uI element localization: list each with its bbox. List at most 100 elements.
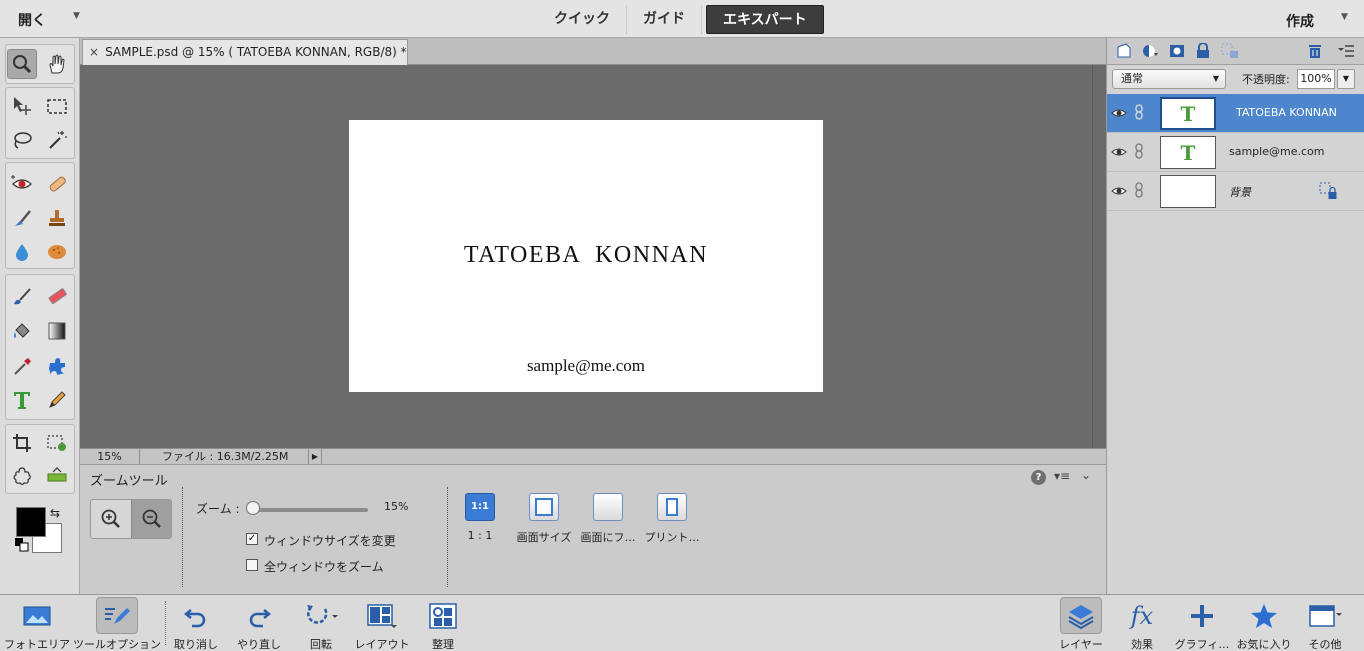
mode-expert-tab[interactable]: エキスパート	[706, 5, 824, 34]
layers-panel-button[interactable]: レイヤー	[1056, 595, 1106, 651]
gradient-tool[interactable]	[42, 316, 72, 346]
hand-tool[interactable]	[42, 49, 72, 79]
layer-mask-icon[interactable]	[1168, 42, 1186, 60]
redo-button[interactable]: やり直し	[233, 595, 285, 651]
help-icon[interactable]: ?	[1031, 470, 1046, 485]
zoom-slider-knob[interactable]	[246, 501, 260, 515]
layer-row[interactable]: 背景	[1107, 172, 1364, 211]
clone-stamp-tool[interactable]	[42, 203, 72, 233]
layers-panel-menu-icon[interactable]	[1337, 42, 1355, 60]
fit-screen-button[interactable]	[529, 493, 559, 521]
mode-guided-tab[interactable]: ガイド	[627, 5, 702, 34]
document-tab[interactable]: × SAMPLE.psd @ 15% ( TATOEBA KONNAN, RGB/…	[82, 39, 408, 65]
lock-all-icon[interactable]	[1194, 42, 1212, 60]
zoom-all-windows-checkbox[interactable]	[246, 559, 258, 571]
smart-brush-tool[interactable]	[7, 203, 37, 233]
panel-menu-icon[interactable]: ▾≡	[1054, 469, 1070, 483]
recompose-tool[interactable]	[42, 428, 72, 458]
print-size-button[interactable]	[657, 493, 687, 521]
undo-button[interactable]: 取り消し	[170, 595, 222, 651]
layer-thumbnail: T	[1160, 97, 1216, 130]
star-icon	[1243, 597, 1285, 634]
rotate-icon	[300, 597, 342, 634]
new-layer-icon[interactable]	[1115, 42, 1133, 60]
close-document-icon[interactable]: ×	[89, 45, 99, 59]
lasso-tool[interactable]	[7, 125, 37, 155]
layout-button[interactable]: レイアウト	[352, 595, 412, 651]
move-icon	[14, 97, 31, 115]
organizer-button[interactable]: 整理	[418, 595, 468, 651]
bandage-icon	[49, 176, 66, 192]
top-bar: 開く ▼ クイック ガイド エキスパート 作成 ▼	[0, 0, 1364, 38]
smart-brush-icon	[15, 210, 31, 226]
zoom-in-button[interactable]	[91, 500, 131, 538]
visibility-eye-icon[interactable]	[1111, 145, 1127, 159]
visibility-eye-icon[interactable]	[1111, 184, 1127, 198]
vertical-scrollbar[interactable]	[1092, 65, 1106, 448]
open-caret-icon[interactable]: ▼	[73, 11, 80, 21]
document-canvas[interactable]: TATOEBA KONNAN sample@me.com	[349, 120, 823, 392]
spot-healing-tool[interactable]	[42, 169, 72, 199]
move-tool[interactable]	[7, 91, 37, 121]
brush-tool[interactable]	[7, 281, 37, 311]
eyedropper-tool[interactable]	[7, 351, 37, 381]
opacity-dropdown-icon[interactable]: ▼	[1337, 69, 1355, 89]
open-menu-button[interactable]: 開く	[18, 10, 46, 30]
opacity-input[interactable]: 100%	[1297, 69, 1335, 89]
crop-tool[interactable]	[7, 428, 37, 458]
custom-shape-tool[interactable]	[42, 351, 72, 381]
fill-screen-button[interactable]	[593, 493, 623, 521]
text-layer-t-icon: T	[1180, 140, 1196, 165]
effects-button[interactable]: fx 効果	[1117, 595, 1167, 651]
paint-bucket-tool[interactable]	[7, 316, 37, 346]
rotate-button[interactable]: 回転	[296, 595, 346, 651]
visibility-eye-icon[interactable]	[1111, 106, 1127, 120]
rectangle-marquee-icon	[47, 99, 67, 114]
layer-name: 背景	[1229, 186, 1251, 199]
mode-quick-tab[interactable]: クイック	[538, 5, 627, 34]
graphics-button[interactable]: グラフィ…	[1173, 595, 1231, 651]
layer-name: TATOEBA KONNAN	[1236, 106, 1337, 119]
more-button[interactable]: その他	[1300, 595, 1350, 651]
link-icon[interactable]	[1133, 104, 1145, 120]
type-tool[interactable]	[7, 385, 37, 415]
tool-options-button[interactable]: ツールオプション	[72, 595, 162, 651]
default-colors-icon[interactable]	[15, 538, 29, 552]
status-menu-arrow-icon[interactable]: ▶	[308, 449, 322, 464]
sponge-tool[interactable]	[42, 237, 72, 267]
blend-mode-select[interactable]: 通常 ▼	[1112, 69, 1226, 89]
cookie-cutter-tool[interactable]	[7, 461, 37, 491]
zoom-all-windows-label: 全ウィンドウをズーム	[264, 560, 384, 574]
swap-colors-icon[interactable]: ⇆	[50, 506, 60, 520]
status-file-info: ファイル : 16.3M/2.25M	[162, 450, 289, 463]
straighten-tool[interactable]	[42, 461, 72, 491]
create-caret-icon[interactable]: ▼	[1341, 12, 1348, 22]
status-zoom-field[interactable]: 15%	[80, 449, 140, 465]
fit-screen-icon	[535, 498, 553, 516]
eraser-tool[interactable]	[42, 281, 72, 311]
photo-bin-button[interactable]: フォトエリア	[3, 595, 71, 651]
link-icon[interactable]	[1133, 143, 1145, 159]
favorites-button[interactable]: お気に入り	[1235, 595, 1293, 651]
rotate-label: 回転	[310, 638, 332, 651]
layer-row[interactable]: T TATOEBA KONNAN	[1107, 94, 1364, 133]
delete-layer-icon[interactable]	[1306, 42, 1324, 60]
zoom-slider-track[interactable]	[252, 508, 368, 512]
magic-wand-icon	[49, 131, 67, 149]
one-to-one-button[interactable]: 1:1	[465, 493, 495, 521]
pencil-tool[interactable]	[42, 385, 72, 415]
foreground-color-swatch[interactable]	[16, 507, 46, 537]
layer-row[interactable]: T sample@me.com	[1107, 133, 1364, 172]
lock-transparent-icon[interactable]	[1221, 42, 1239, 60]
zoom-tool[interactable]	[7, 49, 37, 79]
marquee-tool[interactable]	[42, 91, 72, 121]
magic-wand-tool[interactable]	[42, 125, 72, 155]
zoom-out-button[interactable]	[131, 500, 171, 538]
resize-windows-checkbox[interactable]: ✓	[246, 533, 258, 545]
adjustment-layer-icon[interactable]	[1141, 42, 1159, 60]
link-icon[interactable]	[1133, 182, 1145, 198]
blur-tool[interactable]	[7, 237, 37, 267]
red-eye-tool[interactable]	[7, 169, 37, 199]
collapse-chevron-icon[interactable]: ⌄	[1081, 468, 1091, 482]
create-menu-button[interactable]: 作成	[1286, 11, 1314, 31]
